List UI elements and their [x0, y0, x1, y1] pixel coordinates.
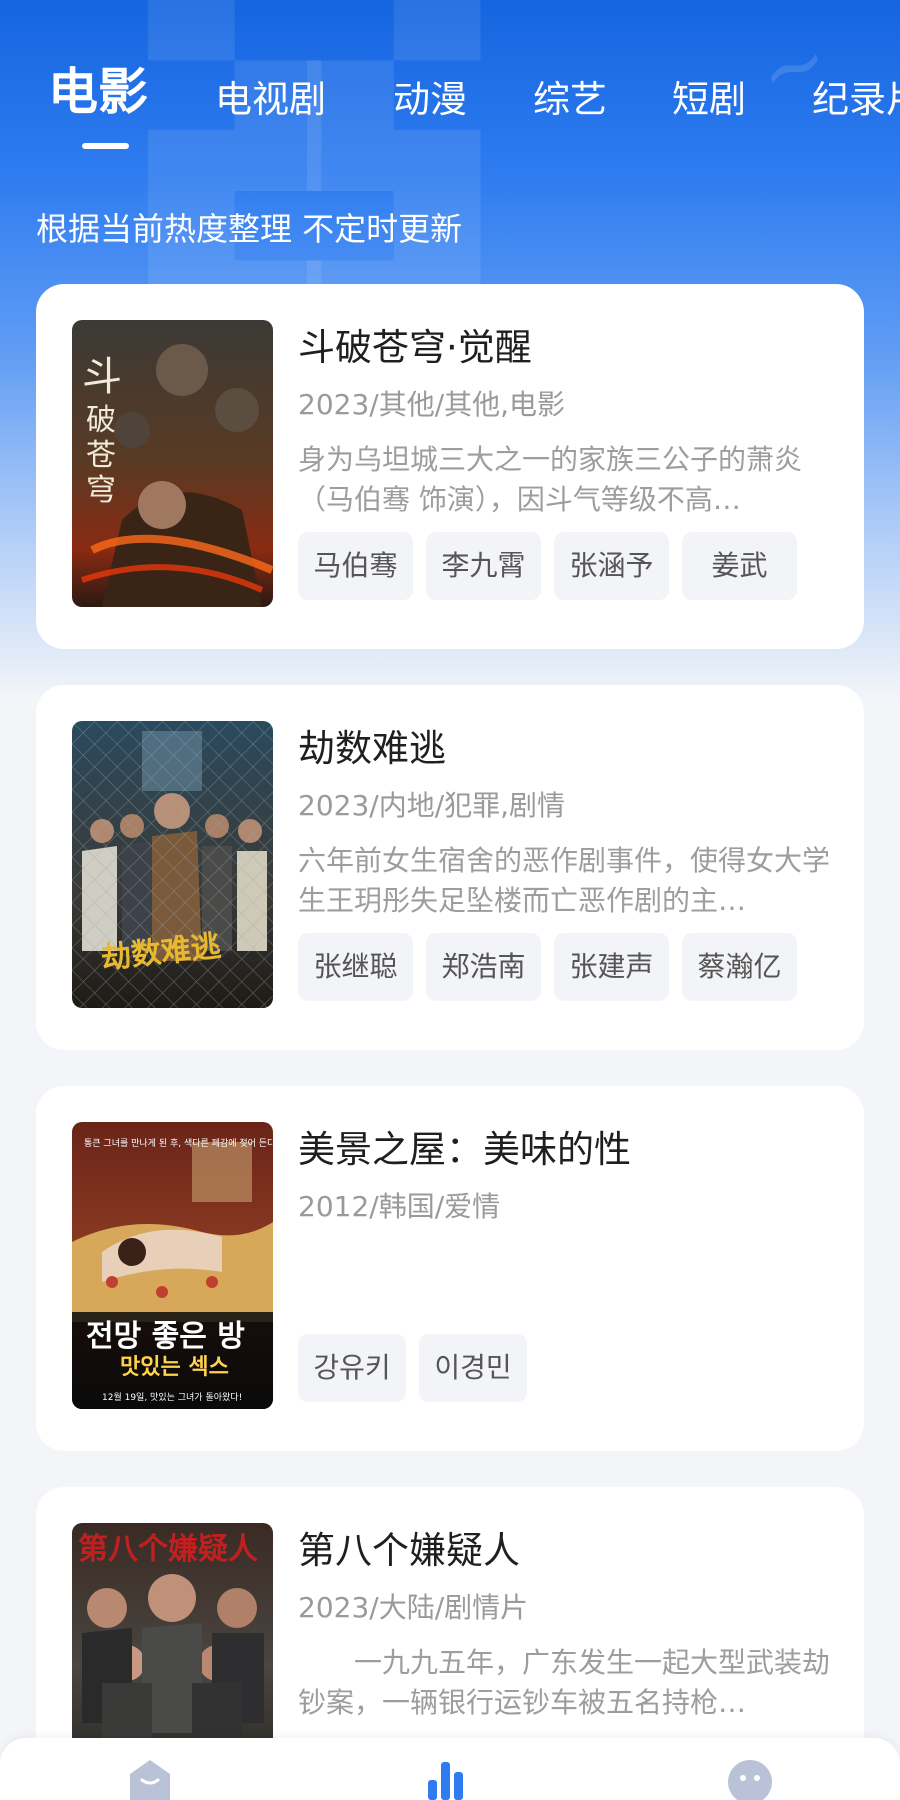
cast-tag[interactable]: 蔡瀚亿: [682, 933, 797, 1001]
movie-card[interactable]: 斗 破 苍 穹 斗破苍穹·觉醒 2023/其他/其他,电影 身为乌坦城三大之一的…: [36, 284, 864, 649]
movie-description: 一九九五年，广东发生一起大型武装劫钞案，一辆银行运钞车被五名持枪…: [298, 1646, 831, 1719]
movie-title[interactable]: 美景之屋：美味的性: [298, 1124, 631, 1176]
svg-text:破: 破: [86, 403, 116, 438]
cast-tags: 강유키 이경민: [298, 1334, 527, 1402]
svg-text:第八个嫌疑人: 第八个嫌疑人: [78, 1532, 258, 1567]
poster-image: 斗 破 苍 穹: [72, 320, 273, 607]
tab-tv-series[interactable]: 电视剧: [215, 70, 326, 130]
ranking-icon[interactable]: [424, 1752, 476, 1800]
cast-tags: 马伯骞 李九霄 张涵予 姜武: [298, 532, 797, 600]
profile-icon[interactable]: [724, 1752, 776, 1800]
cast-tag[interactable]: 姜武: [682, 532, 797, 600]
movie-poster[interactable]: 斗 破 苍 穹: [72, 320, 273, 607]
movie-meta: 2012/韩国/爱情: [298, 1190, 501, 1223]
category-tabs: 电影 电视剧 动漫 综艺 短剧 纪录片: [0, 60, 900, 160]
cast-tag[interactable]: 张继聪: [298, 933, 413, 1001]
tab-movie[interactable]: 电影: [48, 62, 148, 122]
cast-tag[interactable]: 马伯骞: [298, 532, 413, 600]
svg-text:통큰 그녀를 만나게 된 후, 색다른 페감에 젖어 든다!: 통큰 그녀를 만나게 된 후, 색다른 페감에 젖어 든다!: [84, 1137, 273, 1149]
poster-title-char: 斗: [82, 354, 122, 400]
active-tab-indicator: [82, 143, 129, 149]
cast-tags: 张继聪 郑浩南 张建声 蔡瀚亿: [298, 933, 797, 1001]
movie-title[interactable]: 斗破苍穹·觉醒: [298, 322, 532, 374]
movie-poster[interactable]: 劫数难逃: [72, 721, 273, 1008]
svg-text:맛있는 섹스: 맛있는 섹스: [120, 1355, 229, 1380]
movie-title[interactable]: 劫数难逃: [298, 723, 446, 775]
movie-card[interactable]: 劫数难逃 劫数难逃 2023/内地/犯罪,剧情 六年前女生宿舍的恶作剧事件，使得…: [36, 685, 864, 1050]
tab-short-drama[interactable]: 短剧: [672, 70, 746, 130]
cast-tag[interactable]: 张建声: [554, 933, 669, 1001]
movie-meta: 2023/其他/其他,电影: [298, 388, 566, 421]
home-icon[interactable]: [124, 1752, 176, 1800]
tab-variety[interactable]: 综艺: [533, 70, 607, 130]
movie-description: 六年前女生宿舍的恶作剧事件，使得女大学生王玥彤失足坠楼而亡恶作剧的主…: [298, 844, 831, 917]
cast-tag[interactable]: 张涵予: [554, 532, 669, 600]
cast-tag[interactable]: 강유키: [298, 1334, 406, 1402]
svg-text:12월 19일, 맛있는 그녀가 돌아왔다!: 12월 19일, 맛있는 그녀가 돌아왔다!: [102, 1391, 242, 1403]
svg-text:苍: 苍: [86, 438, 116, 473]
movie-meta: 2023/大陆/剧情片: [298, 1591, 529, 1624]
movie-description: 身为乌坦城三大之一的家族三公子的萧炎（马伯骞 饰演），因斗气等级不高…: [298, 443, 803, 516]
list-subtitle: 根据当前热度整理 不定时更新: [36, 210, 463, 248]
poster-image: 통큰 그녀를 만나게 된 후, 색다른 페감에 젖어 든다! 전망 좋은 방 맛…: [72, 1122, 273, 1409]
cast-tag[interactable]: 郑浩南: [426, 933, 541, 1001]
movie-title[interactable]: 第八个嫌疑人: [298, 1525, 520, 1577]
tab-anime[interactable]: 动漫: [393, 70, 467, 130]
movie-card[interactable]: 통큰 그녀를 만나게 된 후, 색다른 페감에 젖어 든다! 전망 좋은 방 맛…: [36, 1086, 864, 1451]
poster-image: 劫数难逃: [72, 721, 273, 1008]
movie-meta: 2023/内地/犯罪,剧情: [298, 789, 566, 822]
svg-text:穹: 穹: [86, 473, 116, 508]
cast-tag[interactable]: 이경민: [419, 1334, 527, 1402]
tab-documentary[interactable]: 纪录片: [812, 70, 900, 130]
movie-poster[interactable]: 통큰 그녀를 만나게 된 후, 색다른 페감에 젖어 든다! 전망 좋은 방 맛…: [72, 1122, 273, 1409]
cast-tag[interactable]: 李九霄: [426, 532, 541, 600]
svg-text:전망 좋은 방: 전망 좋은 방: [86, 1319, 245, 1354]
bottom-navigation: [0, 1738, 900, 1800]
